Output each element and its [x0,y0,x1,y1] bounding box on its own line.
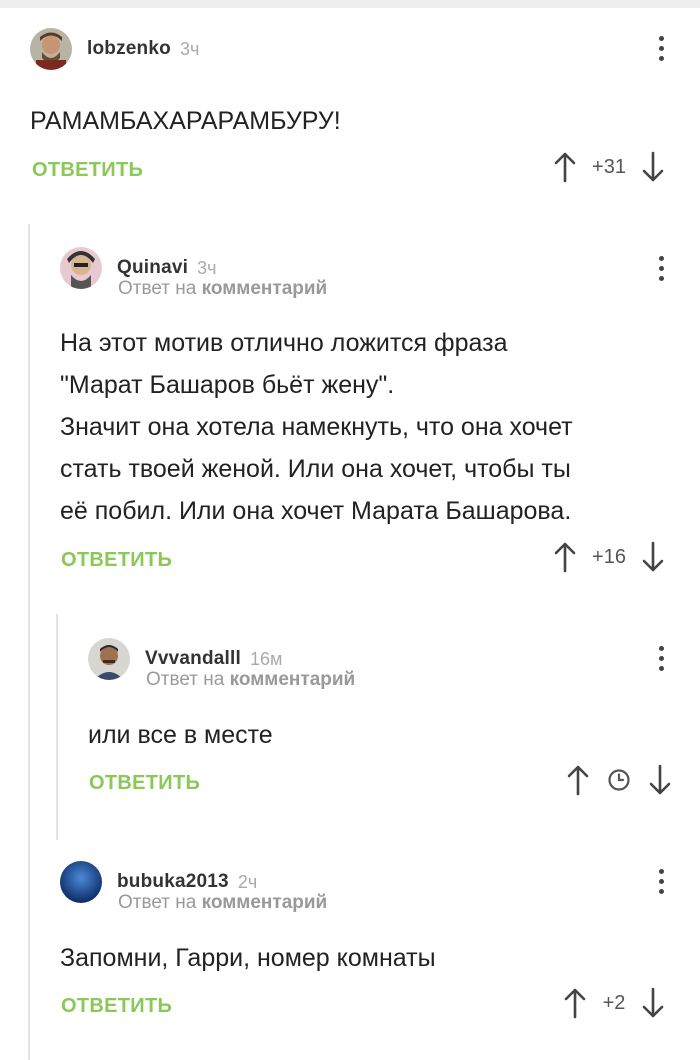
comment-text-line: На этот мотив отлично ложится фраза [60,329,508,357]
reply-to-label: Ответ на комментарий [146,669,355,691]
vote-score: +16 [592,545,626,568]
reply-to-label: Ответ на комментарий [118,278,327,300]
downvote-arrow-icon[interactable] [641,986,665,1020]
comment-text: РАМАМБАХАРАРАМБУРУ! [30,107,341,135]
author-name[interactable]: Vvvandalll [145,648,241,670]
avatar[interactable] [60,247,102,289]
comment-time: 3ч [197,257,217,278]
downvote-arrow-icon[interactable] [641,150,665,184]
author-name[interactable]: Quinavi [117,257,188,279]
reply-to-label: Ответ на комментарий [118,892,327,914]
comment-text: Запомни, Гарри, номер комнаты [60,944,436,972]
reply-to-link[interactable]: комментарий [202,892,328,913]
vote-widget: +31 [553,150,665,184]
more-options-icon[interactable] [651,638,671,678]
comment-actions: ОТВЕТИТЬ [61,986,172,1026]
comment-time: 3ч [179,38,200,59]
comment-actions: ОТВЕТИТЬ [61,540,172,580]
reply-button[interactable]: ОТВЕТИТЬ [32,159,143,182]
vote-widget [566,763,672,797]
avatar[interactable] [88,638,130,680]
downvote-arrow-icon[interactable] [648,763,672,797]
more-options-icon[interactable] [651,28,671,68]
reply-to-prefix: Ответ на [146,669,225,690]
comment-text-line: её побил. Или она хочет Марата Башарова. [60,497,572,525]
clock-icon [590,768,648,792]
more-options-icon[interactable] [651,861,671,901]
comment-time: 2ч [237,871,258,892]
comment-text: На этот мотив отлично ложится фраза "Мар… [60,322,680,532]
upvote-arrow-icon[interactable] [553,150,577,184]
comment-text-line: стать твоей женой. Или она хочет, чтобы … [60,455,571,483]
comment-text-line: Значит она хотела намекнуть, что она хоч… [60,413,573,441]
top-separator [0,0,700,8]
comment-time: 16м [250,648,283,669]
comment-header: lobzenko 3ч [30,26,199,72]
author-name[interactable]: bubuka2013 [117,871,229,893]
comment-actions: ОТВЕТИТЬ [32,150,143,190]
reply-button[interactable]: ОТВЕТИТЬ [61,549,172,572]
avatar[interactable] [30,28,72,70]
vote-score: +2 [602,991,626,1014]
upvote-arrow-icon[interactable] [566,763,590,797]
reply-to-link[interactable]: комментарий [230,669,356,690]
upvote-arrow-icon[interactable] [563,986,587,1020]
reply-button[interactable]: ОТВЕТИТЬ [89,772,200,795]
thread-line-level-2 [56,614,58,840]
vote-score: +31 [592,155,626,178]
vote-widget: +16 [553,540,665,574]
comment-text: или все в месте [88,721,273,749]
comment-actions: ОТВЕТИТЬ [89,763,200,803]
upvote-arrow-icon[interactable] [553,540,577,574]
avatar[interactable] [60,861,102,903]
vote-widget: +2 [563,986,665,1020]
reply-to-prefix: Ответ на [118,892,197,913]
thread-line-level-1 [28,224,30,1060]
author-name[interactable]: lobzenko [87,38,171,60]
downvote-arrow-icon[interactable] [641,540,665,574]
reply-to-link[interactable]: комментарий [202,278,328,299]
reply-button[interactable]: ОТВЕТИТЬ [61,995,172,1018]
more-options-icon[interactable] [651,248,671,288]
reply-to-prefix: Ответ на [118,278,197,299]
comment-text-line: "Марат Башаров бьёт жену". [60,371,395,399]
